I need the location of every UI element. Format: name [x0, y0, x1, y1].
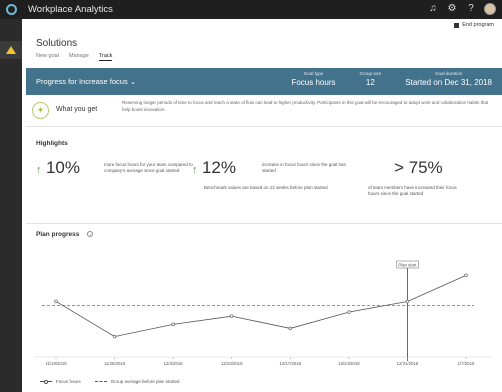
plan-progress-chart: Plan start 11/19/2018 11/26/2018 12/3/2018…	[34, 260, 492, 366]
focus-hours-point[interactable]	[347, 310, 351, 314]
focus-hours-point[interactable]	[288, 326, 292, 331]
focus-hours-point[interactable]	[405, 299, 410, 304]
avatar[interactable]	[484, 3, 496, 15]
focus-hours-point[interactable]	[112, 334, 117, 339]
x-tick-label: 12/31/2018	[397, 361, 419, 366]
x-tick-label: 12/3/2018	[164, 361, 184, 366]
left-rail	[0, 19, 22, 392]
app-title: Workplace Analytics	[28, 4, 113, 15]
x-tick-label: 12/10/2018	[221, 361, 243, 366]
legend-group-average: Group average before plan started	[94, 379, 180, 384]
rail-item-alerts[interactable]	[0, 41, 22, 59]
legend-avg-label: Group average before plan started	[110, 379, 180, 384]
x-tick-label: 1/7/2019	[458, 361, 475, 366]
focus-hours-point[interactable]	[230, 314, 234, 318]
notifications-icon[interactable]: ♫	[427, 3, 439, 15]
main-content: End program Solutions New goal Manage Tr…	[22, 19, 502, 392]
help-icon[interactable]: ?	[465, 3, 477, 15]
focus-hours-point[interactable]	[54, 299, 58, 304]
warning-icon	[6, 46, 16, 54]
legend-focus-label: Focus hours	[56, 379, 81, 384]
focus-hours-line	[55, 274, 467, 338]
chart-legend: Focus hours Group average before plan st…	[40, 379, 180, 384]
legend-focus-hours: Focus hours	[40, 379, 81, 384]
x-tick-label: 11/26/2018	[104, 361, 126, 366]
x-tick-label: 11/19/2018	[45, 361, 67, 366]
settings-gear-icon[interactable]: ⚙	[446, 3, 458, 15]
focus-hours-point[interactable]	[171, 322, 175, 327]
plan-start-label: Plan start	[398, 263, 417, 268]
app-logo-icon[interactable]	[0, 0, 22, 19]
focus-hours-point[interactable]	[464, 273, 468, 278]
x-tick-label: 12/17/2018	[280, 361, 302, 366]
top-bar: Workplace Analytics ♫ ⚙ ?	[0, 0, 502, 19]
x-tick-label: 12/24/2018	[338, 361, 360, 366]
